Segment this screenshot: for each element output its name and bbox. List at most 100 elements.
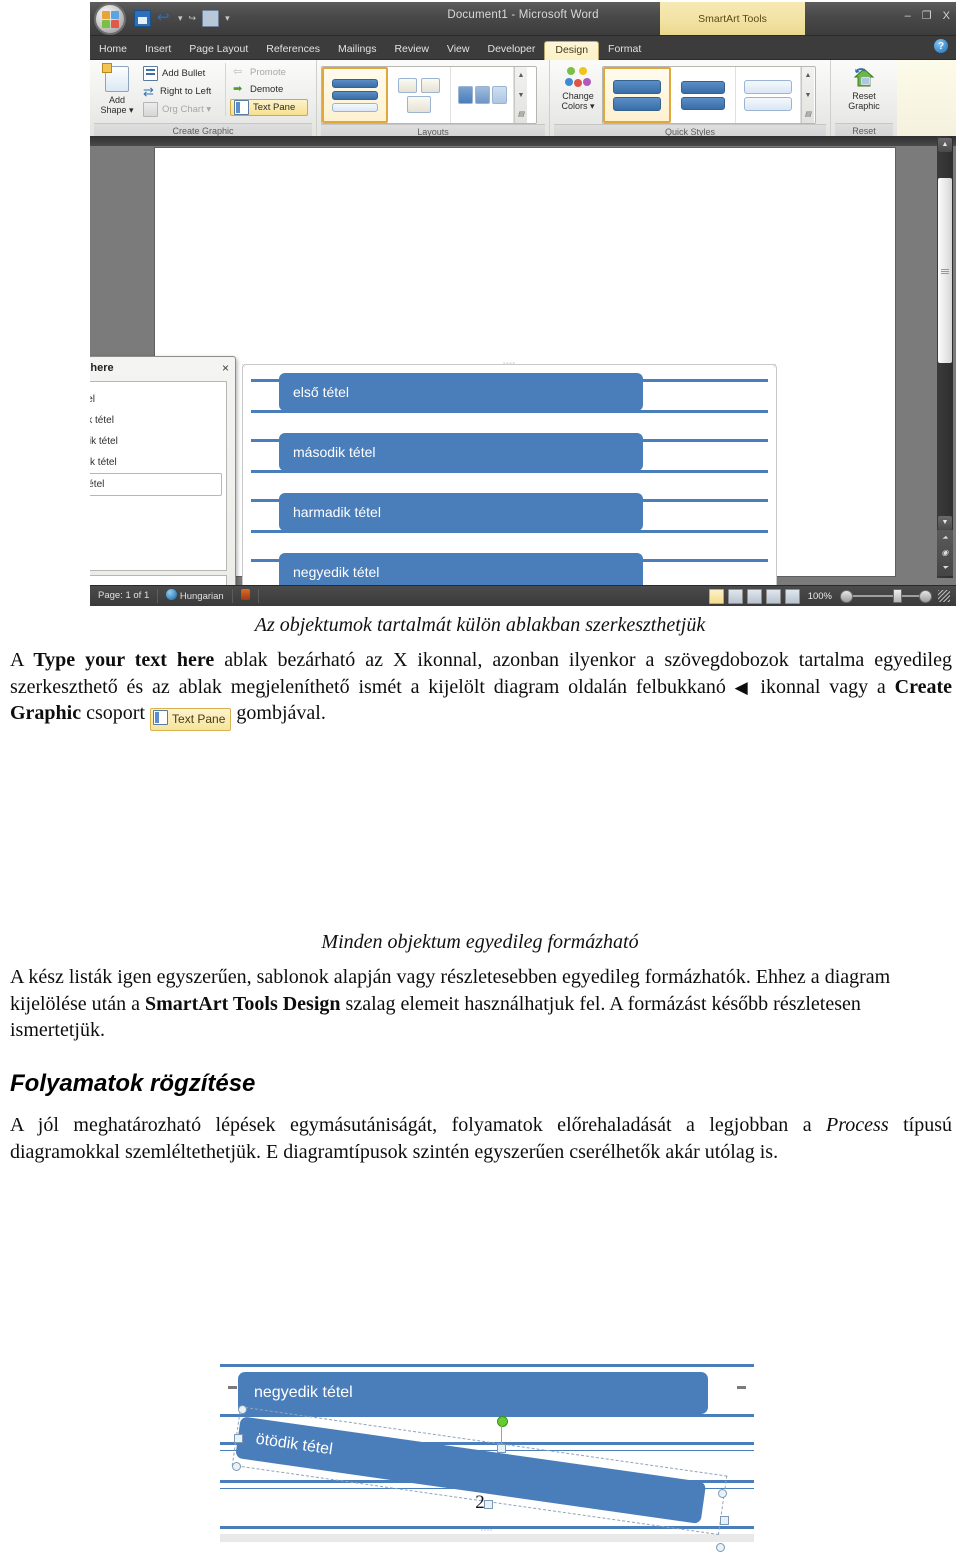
change-colors-button[interactable]: Change Colors ▾ bbox=[554, 65, 602, 111]
list-item[interactable]: második tétel bbox=[90, 410, 222, 431]
paragraph-2: A kész listák igen egyszerűen, sablonok … bbox=[10, 964, 952, 1044]
text-pane-button[interactable]: Text Pane bbox=[230, 99, 308, 116]
tab-review[interactable]: Review bbox=[385, 40, 437, 59]
document-canvas: ▩ ▲ ▼ ⏶ ◉ ⏷ ▫▫▫▫ ▫▫▫▫ ⁙ ⁙ ⁙ ⁙ első tétel bbox=[90, 136, 956, 606]
figure-caption-1: Az objektumok tartalmát külön ablakban s… bbox=[254, 614, 706, 636]
print-layout-view-button[interactable] bbox=[708, 588, 724, 604]
layout-thumb-process[interactable] bbox=[451, 67, 514, 123]
layouts-gallery[interactable]: ▲ ▼ ▤ bbox=[321, 66, 537, 124]
zoom-slider[interactable] bbox=[840, 589, 932, 603]
demote-button[interactable]: Demote bbox=[230, 82, 308, 97]
scroll-up-arrow-icon[interactable]: ▲ bbox=[938, 138, 952, 152]
reset-graphic-icon bbox=[852, 65, 876, 89]
promote-label: Promote bbox=[250, 67, 286, 78]
language-indicator[interactable]: Hungarian bbox=[158, 589, 233, 603]
tab-mailings[interactable]: Mailings bbox=[329, 40, 386, 59]
next-page-icon[interactable]: ⏷ bbox=[937, 560, 953, 575]
page-indicator[interactable]: Page: 1 of 1 bbox=[90, 589, 159, 603]
p1-text-3: ikonnal vagy a bbox=[751, 675, 895, 698]
tab-page-layout[interactable]: Page Layout bbox=[180, 40, 257, 59]
layout-thumb-hierarchy[interactable] bbox=[388, 67, 451, 123]
list-item-selected[interactable]: ötödik tétel bbox=[90, 473, 222, 496]
close-icon[interactable]: × bbox=[222, 361, 229, 375]
frame-topleft-handle[interactable]: ⁙ bbox=[241, 363, 247, 370]
style-thumb-2[interactable] bbox=[671, 67, 736, 123]
text-pane-list[interactable]: első tétel második tétel harmadik tétel … bbox=[90, 382, 226, 496]
smartart-row[interactable]: harmadik tétel bbox=[251, 493, 768, 540]
tab-view[interactable]: View bbox=[438, 40, 479, 59]
document-body: Az objektumok tartalmát külön ablakban s… bbox=[0, 606, 960, 1552]
zoom-in-icon[interactable] bbox=[919, 589, 932, 603]
layouts-gallery-scrollbar[interactable]: ▲ ▼ ▤ bbox=[514, 67, 527, 123]
ribbon-tab-strip[interactable]: Home Insert Page Layout References Maili… bbox=[90, 36, 956, 60]
list-item[interactable]: harmadik tétel bbox=[90, 431, 222, 452]
zoom-out-icon[interactable] bbox=[840, 589, 853, 603]
quick-styles-gallery-scrollbar[interactable]: ▲ ▼ ▤ bbox=[801, 67, 814, 123]
scrollbar-thumb[interactable] bbox=[938, 178, 952, 363]
layout-thumb-vertical-list[interactable] bbox=[322, 67, 388, 123]
styles-scroll-down-icon[interactable]: ▼ bbox=[802, 87, 814, 104]
text-pane-editor[interactable]: első tétel második tétel harmadik tétel … bbox=[90, 381, 227, 571]
list-item[interactable]: negyedik tétel bbox=[90, 452, 222, 473]
styles-scroll-up-icon[interactable]: ▲ bbox=[802, 67, 814, 84]
browse-object-controls[interactable]: ⏶ ◉ ⏷ bbox=[937, 530, 953, 576]
tab-developer[interactable]: Developer bbox=[478, 40, 544, 59]
add-shape-button[interactable]: Add Shape ▾ bbox=[94, 63, 140, 115]
figure-caption-2: Minden objektum egyedileg formázható bbox=[321, 931, 639, 954]
gallery-scroll-up-icon[interactable]: ▲ bbox=[515, 67, 527, 84]
right-to-left-button[interactable]: Right to Left bbox=[140, 84, 225, 99]
gallery-more-icon[interactable]: ▤ bbox=[515, 106, 527, 123]
frame-topright-handle[interactable]: ⁙ bbox=[772, 363, 778, 370]
p1-text-5: gombjával. bbox=[231, 702, 326, 725]
full-screen-reading-view-button[interactable] bbox=[727, 588, 743, 604]
smartart-row[interactable]: első tétel bbox=[251, 373, 768, 420]
gallery-scroll-down-icon[interactable]: ▼ bbox=[515, 87, 527, 104]
styles-more-icon[interactable]: ▤ bbox=[802, 106, 814, 123]
tab-insert[interactable]: Insert bbox=[136, 40, 180, 59]
promote-icon bbox=[233, 66, 246, 79]
outline-view-button[interactable] bbox=[765, 588, 781, 604]
tab-format[interactable]: Format bbox=[599, 40, 650, 59]
org-chart-button[interactable]: Org Chart ▾ bbox=[140, 101, 225, 118]
quick-styles-gallery[interactable]: ▲ ▼ ▤ bbox=[602, 66, 816, 124]
draft-view-button[interactable] bbox=[784, 588, 800, 604]
zoom-level[interactable]: 100% bbox=[804, 591, 836, 602]
zoom-slider-thumb[interactable] bbox=[893, 589, 902, 603]
status-bar-right: 100% bbox=[708, 588, 956, 604]
text-pane[interactable]: Type your text here × első tétel második… bbox=[90, 356, 236, 606]
add-bullet-label: Add Bullet bbox=[162, 68, 206, 79]
list-item[interactable]: első tétel bbox=[90, 389, 222, 410]
add-shape-label-line2: Shape ▾ bbox=[100, 105, 134, 115]
smartart-item-label[interactable]: harmadik tétel bbox=[279, 493, 643, 531]
select-object-icon[interactable]: ◉ bbox=[937, 545, 953, 560]
tab-design[interactable]: Design bbox=[544, 41, 600, 60]
smartart-item-label[interactable]: második tétel bbox=[279, 433, 643, 471]
status-bar: Page: 1 of 1 Hungarian 100% bbox=[90, 585, 956, 606]
minimize-button[interactable]: – bbox=[905, 10, 911, 22]
title-bar: ↩ ▾ ↪ ▾ Document1 - Microsoft Word Smart… bbox=[90, 2, 956, 36]
close-button[interactable]: X bbox=[943, 10, 950, 22]
maximize-button[interactable]: ❐ bbox=[922, 9, 932, 22]
text-pane-icon bbox=[153, 710, 169, 726]
smartart-item-label[interactable]: első tétel bbox=[279, 373, 643, 411]
reset-graphic-button[interactable]: Reset Graphic bbox=[841, 63, 887, 111]
style-thumb-3[interactable] bbox=[736, 67, 801, 123]
help-icon[interactable]: ? bbox=[934, 39, 948, 53]
add-bullet-button[interactable]: Add Bullet bbox=[140, 65, 225, 82]
style-thumb-1[interactable] bbox=[603, 67, 671, 123]
scroll-down-arrow-icon[interactable]: ▼ bbox=[938, 516, 952, 530]
proofing-errors-icon[interactable] bbox=[233, 589, 259, 603]
smartart-row[interactable]: második tétel bbox=[251, 433, 768, 480]
smartart-graphic-frame[interactable]: ▫▫▫▫ ▫▫▫▫ ⁙ ⁙ ⁙ ⁙ első tétel második tét… bbox=[241, 361, 778, 606]
org-chart-label: Org Chart ▾ bbox=[162, 104, 212, 115]
vertical-scrollbar[interactable]: ▲ ▼ bbox=[937, 136, 953, 578]
resize-grip-icon[interactable] bbox=[938, 590, 950, 602]
tab-references[interactable]: References bbox=[257, 40, 329, 59]
frame-top-handle[interactable]: ▫▫▫▫ bbox=[503, 361, 516, 367]
web-layout-view-button[interactable] bbox=[746, 588, 762, 604]
promote-button[interactable]: Promote bbox=[230, 65, 308, 80]
paragraph-3: A jól meghatározható lépések egymásutáni… bbox=[10, 1112, 952, 1165]
previous-page-icon[interactable]: ⏶ bbox=[937, 530, 953, 545]
p1-text-4: csoport bbox=[81, 702, 151, 725]
tab-home[interactable]: Home bbox=[90, 40, 136, 59]
